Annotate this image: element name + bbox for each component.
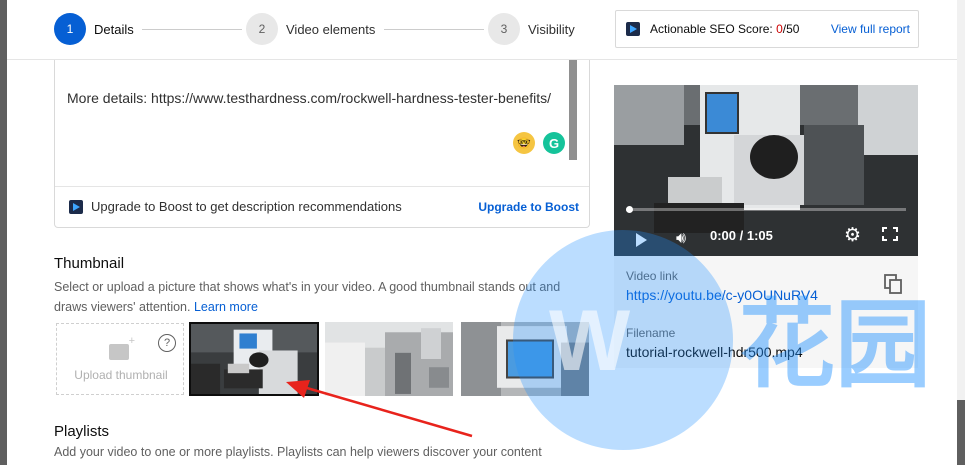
- page-scrollbar-track[interactable]: [957, 0, 965, 465]
- left-edge-bar: [0, 0, 7, 465]
- boost-upsell-row: Upgrade to Boost to get description reco…: [69, 199, 579, 214]
- video-link[interactable]: https://youtu.be/c-y0OUNuRV4: [626, 287, 818, 303]
- step-label: Video elements: [286, 21, 376, 37]
- video-details-page: 1 Details 2 Video elements 3 Visibility …: [0, 0, 965, 465]
- grammarly-icon[interactable]: G: [543, 132, 565, 154]
- video-time: 0:00 / 1:05: [710, 228, 773, 243]
- video-preview-player[interactable]: 🔊︎ 0:00 / 1:05 ⚙: [614, 85, 918, 256]
- thumbnail-image: [461, 322, 589, 396]
- step-number: 2: [246, 13, 278, 45]
- step-connector: [384, 29, 484, 30]
- step-label: Visibility: [528, 21, 575, 37]
- upload-thumbnail-button[interactable]: ? Upload thumbnail: [56, 323, 184, 395]
- video-progress-handle[interactable]: [626, 206, 633, 213]
- play-icon[interactable]: [636, 233, 647, 247]
- seo-score-max: /50: [782, 22, 800, 36]
- seo-score-label: Actionable SEO Score:: [650, 22, 773, 36]
- fullscreen-icon[interactable]: [882, 227, 898, 241]
- seo-score-panel: Actionable SEO Score: 0/50 View full rep…: [615, 10, 919, 48]
- tubebuddy-logo-icon: [69, 199, 83, 214]
- playlists-section-title: Playlists: [54, 423, 110, 440]
- step-video-elements[interactable]: 2 Video elements: [246, 12, 375, 46]
- step-label: Details: [94, 21, 134, 37]
- description-text[interactable]: More details: https://www.testhardness.c…: [67, 86, 557, 110]
- step-visibility[interactable]: 3 Visibility: [488, 12, 575, 46]
- settings-gear-icon[interactable]: ⚙: [844, 224, 861, 247]
- upgrade-to-boost-link[interactable]: Upgrade to Boost: [478, 200, 579, 214]
- filename-label: Filename: [626, 326, 676, 340]
- step-number: 1: [54, 13, 86, 45]
- step-connector: [142, 29, 242, 30]
- add-image-icon: [109, 335, 135, 360]
- tubebuddy-logo-icon: [626, 22, 640, 36]
- learn-more-link[interactable]: Learn more: [194, 300, 258, 314]
- page-scrollbar-thumb[interactable]: [957, 400, 965, 465]
- thumbnail-section-description: Select or upload a picture that shows wh…: [54, 277, 594, 317]
- video-link-label: Video link: [626, 269, 678, 283]
- emoji-nerd-icon[interactable]: 🤓: [513, 132, 535, 154]
- description-scrollbar[interactable]: [569, 60, 577, 160]
- video-progress-bar[interactable]: [626, 206, 906, 213]
- divider: [55, 186, 589, 187]
- view-full-report-link[interactable]: View full report: [831, 22, 910, 36]
- thumbnail-description-text: Select or upload a picture that shows wh…: [54, 280, 561, 314]
- volume-icon[interactable]: 🔊︎: [676, 230, 686, 248]
- playlists-section-description: Add your video to one or more playlists.…: [54, 445, 542, 459]
- seo-score-text: Actionable SEO Score: 0/50: [650, 22, 799, 36]
- video-info-panel: Video link https://youtu.be/c-y0OUNuRV4 …: [614, 256, 918, 368]
- red-arrow-annotation: [286, 380, 473, 438]
- boost-text: Upgrade to Boost to get description reco…: [91, 199, 402, 214]
- copy-icon[interactable]: [884, 274, 902, 294]
- help-icon[interactable]: ?: [158, 334, 176, 352]
- step-number: 3: [488, 13, 520, 45]
- filename-value: tutorial-rockwell-hdr500.mp4: [626, 344, 803, 360]
- seo-score-value: 0: [776, 22, 783, 36]
- thumbnail-section-title: Thumbnail: [54, 255, 125, 272]
- step-details[interactable]: 1 Details: [54, 12, 134, 46]
- auto-thumbnail-3[interactable]: [461, 322, 589, 396]
- description-field[interactable]: More details: https://www.testhardness.c…: [54, 60, 590, 228]
- upload-thumbnail-label: Upload thumbnail: [74, 368, 168, 382]
